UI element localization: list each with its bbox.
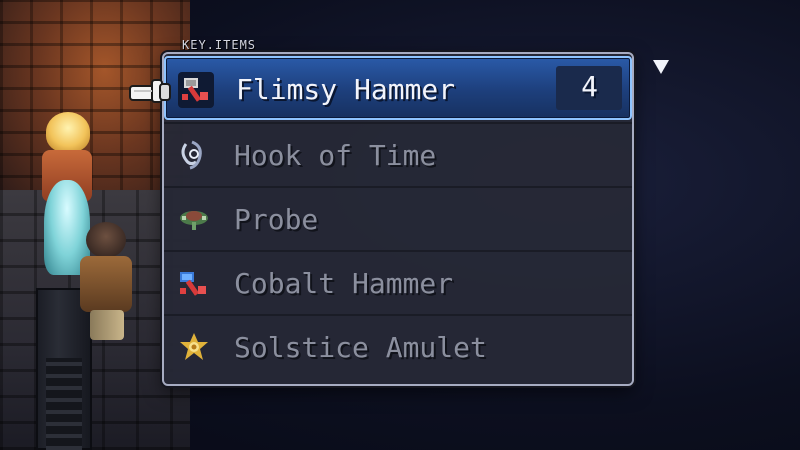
amulet-icon <box>176 330 212 366</box>
brown-haired-character <box>78 222 138 342</box>
item-label: Probe <box>234 203 319 236</box>
rogue-head <box>86 222 126 258</box>
hook-icon <box>176 138 212 174</box>
rogue-legs <box>90 310 124 340</box>
item-label: Solstice Amulet <box>234 331 487 364</box>
hero-hair <box>46 112 90 152</box>
key-items-menu: Flimsy Hammer 4 Hook of Time Probe Cobal… <box>162 52 634 386</box>
menu-category-label: KEY.ITEMS <box>182 38 257 52</box>
menu-item-cobalt-hammer[interactable]: Cobalt Hammer <box>164 250 632 314</box>
hammer-red-icon <box>178 72 214 108</box>
menu-item-probe[interactable]: Probe <box>164 186 632 250</box>
menu-item-solstice-amulet[interactable]: Solstice Amulet <box>164 314 632 378</box>
hand-pointer-icon <box>128 74 174 110</box>
probe-icon <box>176 202 212 238</box>
hammer-blue-icon <box>176 266 212 302</box>
item-count: 4 <box>581 70 598 103</box>
game-scene: KEY.ITEMS Flimsy Hammer 4 Hook of Time P… <box>0 0 800 450</box>
item-label: Cobalt Hammer <box>234 267 454 300</box>
item-count-box: 4 <box>556 66 622 110</box>
rogue-body <box>80 256 132 312</box>
menu-item-hook-of-time[interactable]: Hook of Time <box>164 122 632 186</box>
menu-item-flimsy-hammer[interactable]: Flimsy Hammer 4 <box>164 56 632 120</box>
triangle-down-icon[interactable] <box>652 58 670 76</box>
item-label: Flimsy Hammer <box>236 73 456 106</box>
item-label: Hook of Time <box>234 139 437 172</box>
